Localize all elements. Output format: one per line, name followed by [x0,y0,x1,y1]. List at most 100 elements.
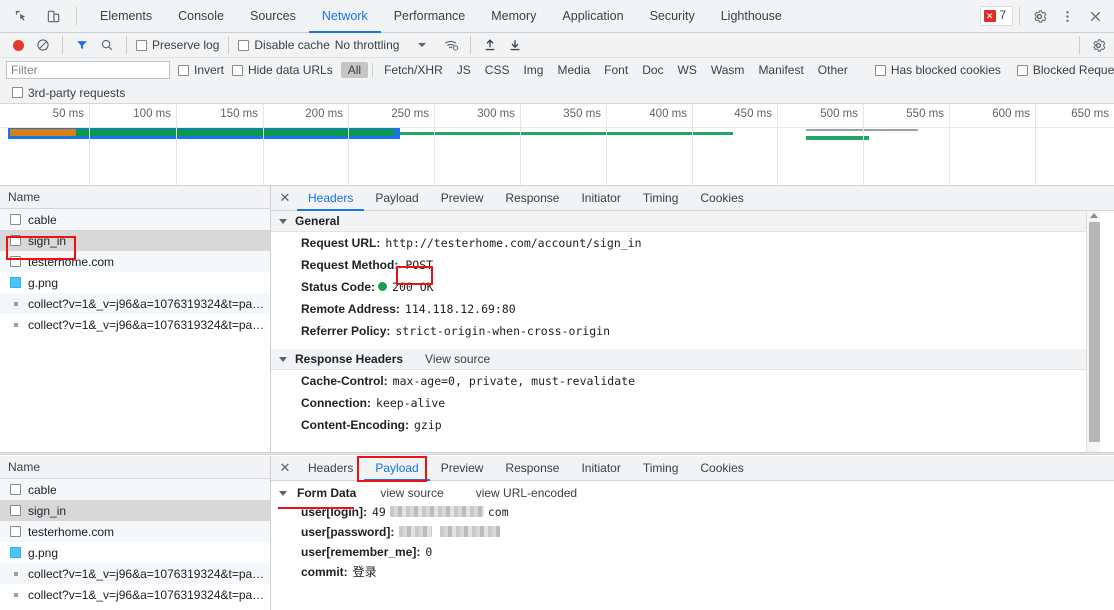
request-row[interactable]: g.png [0,542,270,563]
device-toolbar-icon[interactable] [40,3,66,29]
tab-application[interactable]: Application [549,0,636,33]
gear-icon[interactable] [1026,3,1052,29]
header-key: Connection: [301,396,371,410]
form-data-section-header[interactable]: Form Data view source view URL-encoded [271,481,1114,502]
type-filter-img[interactable]: Img [516,62,550,78]
response-headers-section-header[interactable]: Response Headers View source [271,349,1100,370]
view-source-link[interactable]: view source [380,486,443,500]
has-blocked-cookies-checkbox[interactable]: Has blocked cookies [874,63,1001,77]
chevron-down-icon [279,356,287,362]
filter-input[interactable] [6,61,170,79]
error-icon: ✕ [983,10,996,22]
request-row[interactable]: collect?v=1&_v=j96&a=1076319324&t=pa… [0,314,270,335]
third-party-requests-checkbox[interactable]: 3rd-party requests [12,86,125,100]
request-list-header-top[interactable]: Name [0,186,270,209]
throttling-select[interactable]: No throttling [335,38,400,52]
type-filter-other[interactable]: Other [811,62,855,78]
tab-performance[interactable]: Performance [381,0,479,33]
network-conditions-icon[interactable] [441,35,461,55]
detail-scrollbar-thumb[interactable] [1089,222,1100,442]
request-row[interactable]: collect?v=1&_v=j96&a=1076319324&t=pa… [0,563,270,584]
detail-scrollbar-track[interactable] [1086,211,1100,452]
waterfall-segment [806,136,869,140]
toolbar-divider [1079,36,1080,54]
type-filter-media[interactable]: Media [550,62,597,78]
detail-tab-response[interactable]: Response [494,186,570,211]
type-filter-css[interactable]: CSS [478,62,517,78]
filter-icon[interactable] [72,35,92,55]
payload-tab-response[interactable]: Response [494,456,570,481]
payload-tab-headers[interactable]: Headers [297,456,364,481]
gear-icon[interactable] [1088,35,1108,55]
search-icon[interactable] [97,35,117,55]
type-filter-fetch-xhr[interactable]: Fetch/XHR [377,62,450,78]
detail-tab-payload[interactable]: Payload [364,186,429,211]
hide-data-urls-checkbox[interactable]: Hide data URLs [232,63,333,77]
network-overview[interactable]: 50 ms 100 ms 150 ms 200 ms 250 ms 300 ms 350 m… [0,104,1114,186]
tab-elements[interactable]: Elements [87,0,165,33]
record-button[interactable] [8,35,28,55]
tab-console[interactable]: Console [165,0,237,33]
detail-tab-preview[interactable]: Preview [430,186,495,211]
toolbar-divider [76,7,77,25]
chevron-down-icon[interactable] [418,43,427,47]
scroll-up-arrow-icon[interactable] [1090,213,1098,218]
detail-tab-initiator[interactable]: Initiator [570,186,631,211]
redacted-value [399,526,433,537]
import-har-icon[interactable] [480,35,500,55]
panel-splitter[interactable] [0,452,1114,455]
disable-cache-checkbox[interactable]: Disable cache [238,38,330,52]
waterfall-segment [400,132,733,135]
inspect-element-icon[interactable] [8,3,34,29]
request-row[interactable]: g.png [0,272,270,293]
payload-tab-payload[interactable]: Payload [364,456,430,481]
header-row-request-url: Request URL: http://testerhome.com/accou… [271,232,1100,254]
other-resource-icon [10,589,21,600]
preserve-log-checkbox[interactable]: Preserve log [136,38,219,52]
type-filter-wasm[interactable]: Wasm [704,62,752,78]
request-row[interactable]: cable [0,479,270,500]
general-section-header[interactable]: General [271,211,1100,232]
request-row[interactable]: sign_in [0,500,270,521]
payload-tab-cookies[interactable]: Cookies [689,456,754,481]
request-list-header-bottom[interactable]: Name [0,456,270,479]
view-source-link[interactable]: View source [425,352,490,366]
type-filter-manifest[interactable]: Manifest [751,62,810,78]
headers-body: General Request URL: http://testerhome.c… [271,211,1100,452]
request-row[interactable]: testerhome.com [0,251,270,272]
other-resource-icon [10,298,21,309]
detail-tab-headers[interactable]: Headers [297,186,365,211]
export-har-icon[interactable] [505,35,525,55]
close-icon[interactable] [1082,3,1108,29]
tab-memory[interactable]: Memory [478,0,549,33]
checkbox-box [232,64,244,76]
tab-sources[interactable]: Sources [237,0,309,33]
type-filter-doc[interactable]: Doc [635,62,670,78]
request-row[interactable]: cable [0,209,270,230]
invert-checkbox[interactable]: Invert [178,63,224,77]
payload-tab-timing[interactable]: Timing [632,456,690,481]
request-row[interactable]: sign_in [0,230,270,251]
error-count-badge[interactable]: ✕ 7 [979,6,1013,26]
clear-button[interactable] [33,35,53,55]
tab-security[interactable]: Security [637,0,708,33]
blocked-requests-checkbox[interactable]: Blocked Requests [1016,63,1114,77]
request-row[interactable]: testerhome.com [0,521,270,542]
detail-tab-timing[interactable]: Timing [632,186,690,211]
type-filter-font[interactable]: Font [597,62,635,78]
tab-network[interactable]: Network [308,0,381,33]
close-icon[interactable]: ✕ [273,456,297,480]
type-filter-all[interactable]: All [340,62,369,78]
view-url-encoded-link[interactable]: view URL-encoded [476,486,577,500]
request-row[interactable]: collect?v=1&_v=j96&a=1076319324&t=pa… [0,584,270,605]
close-icon[interactable]: ✕ [273,186,297,210]
type-filter-ws[interactable]: WS [671,62,704,78]
tab-lighthouse[interactable]: Lighthouse [708,0,795,33]
type-filter-js[interactable]: JS [450,62,478,78]
chip-divider [372,63,374,77]
request-row[interactable]: collect?v=1&_v=j96&a=1076319324&t=pa… [0,293,270,314]
detail-tab-cookies[interactable]: Cookies [689,186,754,211]
more-vertical-icon[interactable] [1054,3,1080,29]
payload-tab-initiator[interactable]: Initiator [570,456,631,481]
payload-tab-preview[interactable]: Preview [430,456,495,481]
